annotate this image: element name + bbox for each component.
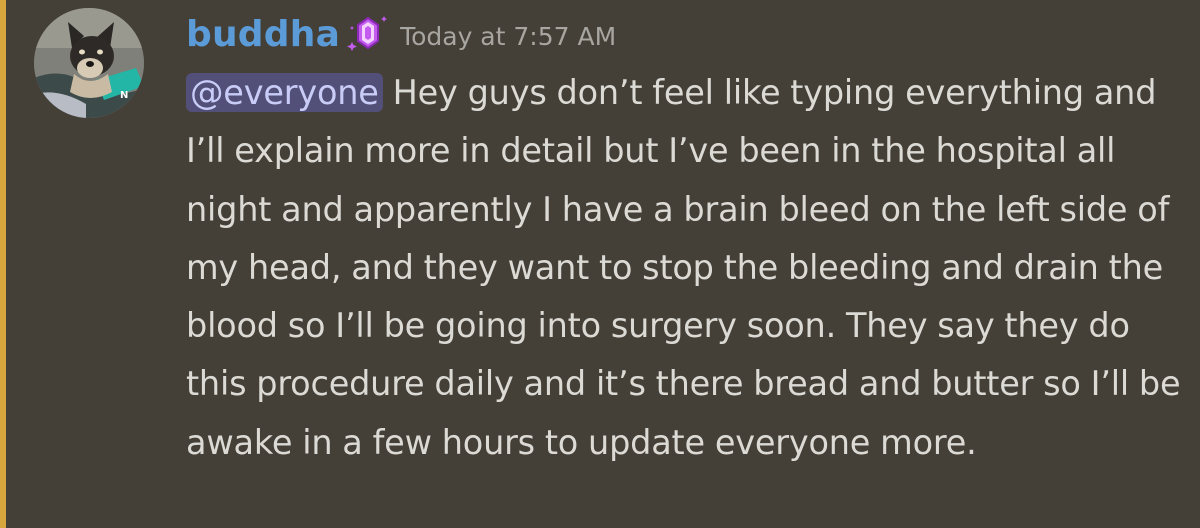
everyone-mention[interactable]: @everyone [186, 73, 383, 112]
timestamp: Today at 7:57 AM [400, 21, 617, 51]
username[interactable]: buddha [186, 14, 340, 55]
crystal-badge-icon[interactable] [346, 12, 390, 56]
message-header: buddha Today at 7:57 AM [186, 6, 616, 62]
avatar[interactable]: N [34, 8, 144, 118]
svg-text:N: N [120, 90, 128, 101]
message-content: @everyone Hey guys don’t feel like typin… [186, 64, 1196, 472]
message-text: Hey guys don’t feel like typing everythi… [186, 73, 1181, 462]
dog-avatar-icon: N [34, 8, 144, 118]
chat-message: N buddha Today at 7:57 AM @everyone Hey … [0, 0, 1200, 528]
